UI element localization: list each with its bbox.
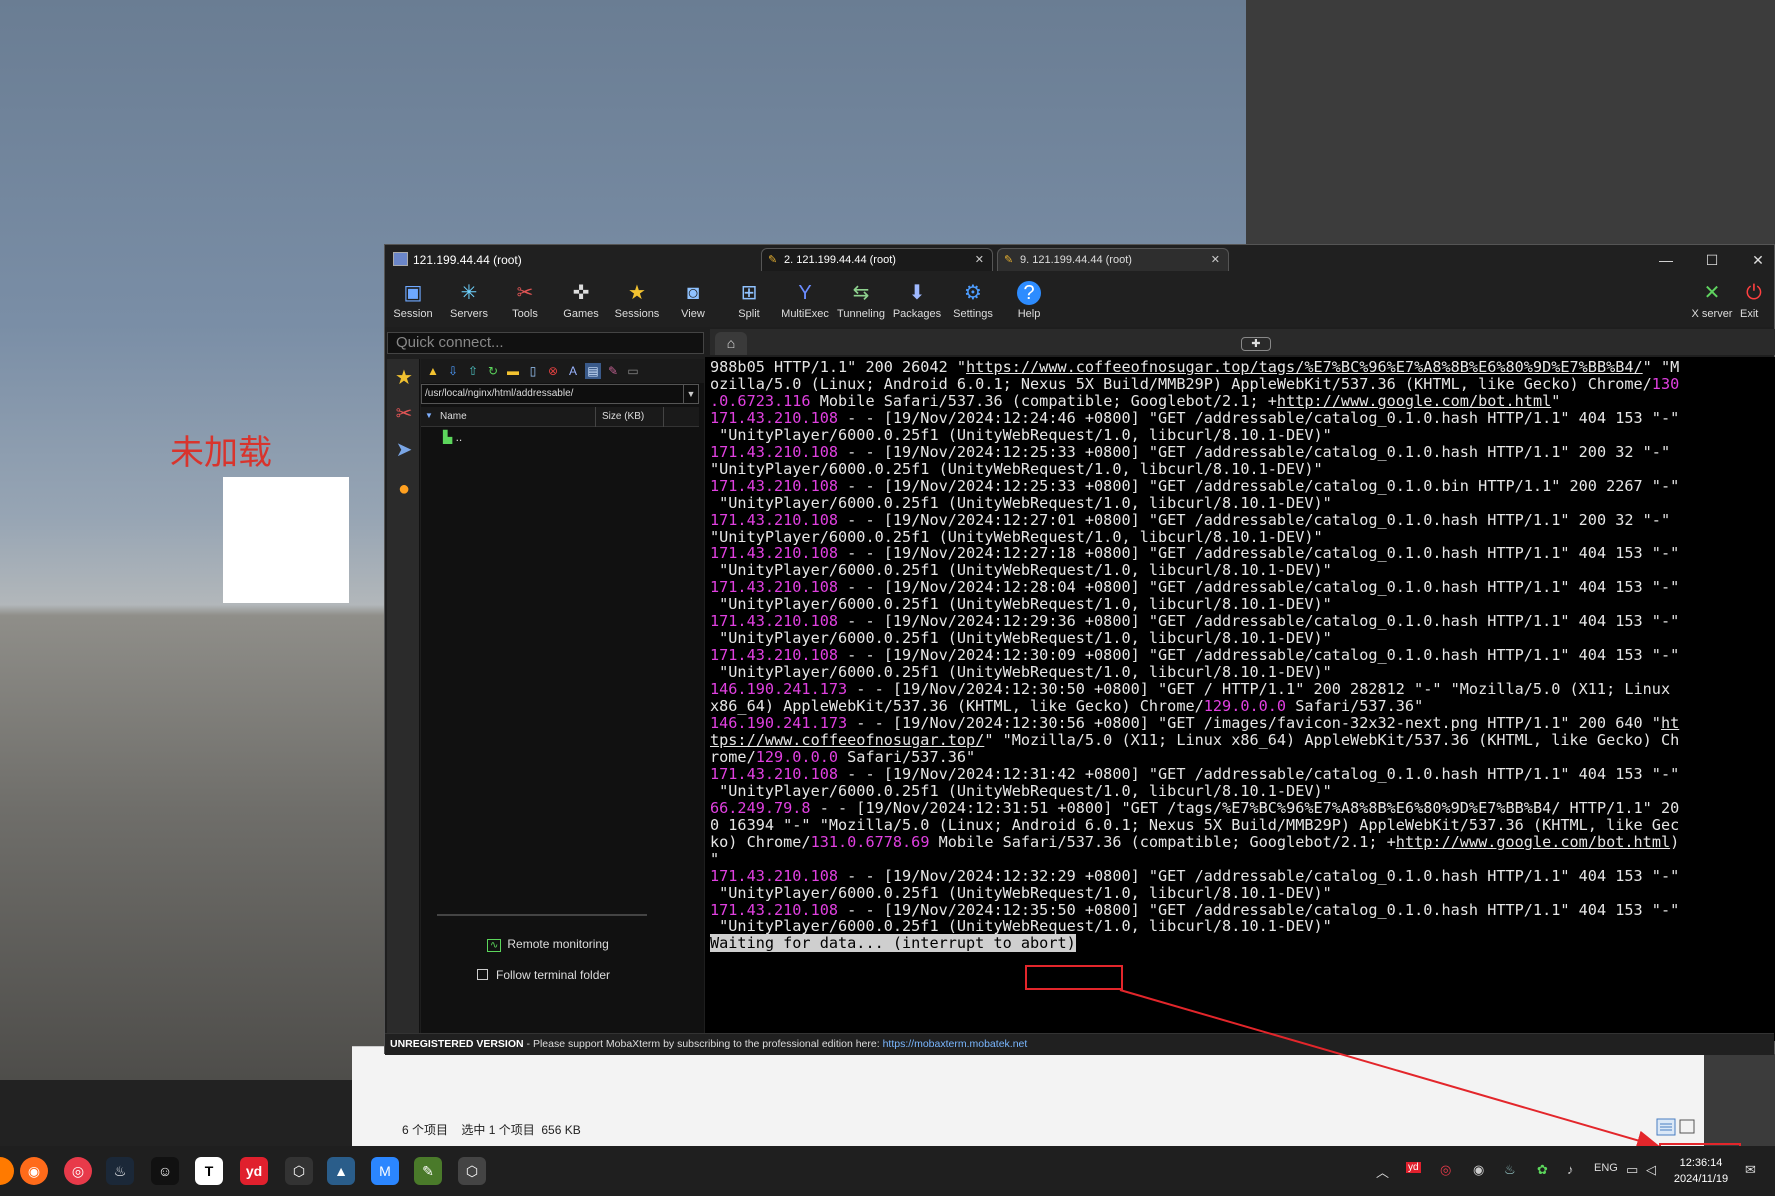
taskbar-clock[interactable]: 12:36:14 2024/11/19 [1664, 1155, 1738, 1187]
mobaxterm-taskbar-icon[interactable]: M [371, 1157, 399, 1185]
firefox-icon[interactable]: ◉ [20, 1157, 48, 1185]
steam-icon[interactable]: ♨ [106, 1157, 134, 1185]
notepad-icon[interactable]: ✎ [414, 1157, 442, 1185]
app-icon-partial[interactable] [0, 1157, 14, 1185]
tray-speaker-icon[interactable]: ◁ [1646, 1162, 1656, 1178]
typora-icon[interactable]: T [195, 1157, 223, 1185]
tray-wechat-icon[interactable]: ✿ [1537, 1162, 1548, 1178]
tray-language[interactable]: ENG [1594, 1162, 1618, 1174]
notification-icon[interactable]: ✉ [1745, 1162, 1756, 1178]
unity-editor-icon[interactable]: ⬡ [458, 1157, 486, 1185]
clock-date: 2024/11/19 [1673, 1173, 1729, 1185]
qq-icon[interactable]: ☺ [151, 1157, 179, 1185]
desktop: 未加载 6 个项目 选中 1 个项目 656 KB 121.199.44.44 … [0, 0, 1775, 1196]
unity-hub-icon[interactable]: ⬡ [285, 1157, 313, 1185]
taskbar: ◉ ◎ ♨ ☺ T yd ⬡ ▲ M ✎ ⬡ ︿ yd ◎ ◉ ♨ ✿ ♪ EN… [0, 1146, 1775, 1196]
netease-music-icon[interactable]: ◎ [64, 1157, 92, 1185]
annotation-arrow [1119, 989, 1661, 1151]
tray-chevron-up-icon[interactable]: ︿ [1376, 1162, 1389, 1181]
youdao-icon[interactable]: yd [240, 1157, 268, 1185]
tray-volume-app-icon[interactable]: ♪ [1567, 1162, 1574, 1177]
tray-music-icon[interactable]: ◎ [1440, 1162, 1451, 1178]
tray-steam-icon[interactable]: ♨ [1504, 1162, 1516, 1178]
resource-monitor-icon[interactable]: ▲ [327, 1157, 355, 1185]
clock-time: 12:36:14 [1679, 1157, 1723, 1169]
tray-network-icon[interactable]: ▭ [1626, 1162, 1638, 1178]
tray-youdao-icon[interactable]: yd [1406, 1162, 1421, 1173]
tray-app-icon[interactable]: ◉ [1473, 1162, 1484, 1178]
